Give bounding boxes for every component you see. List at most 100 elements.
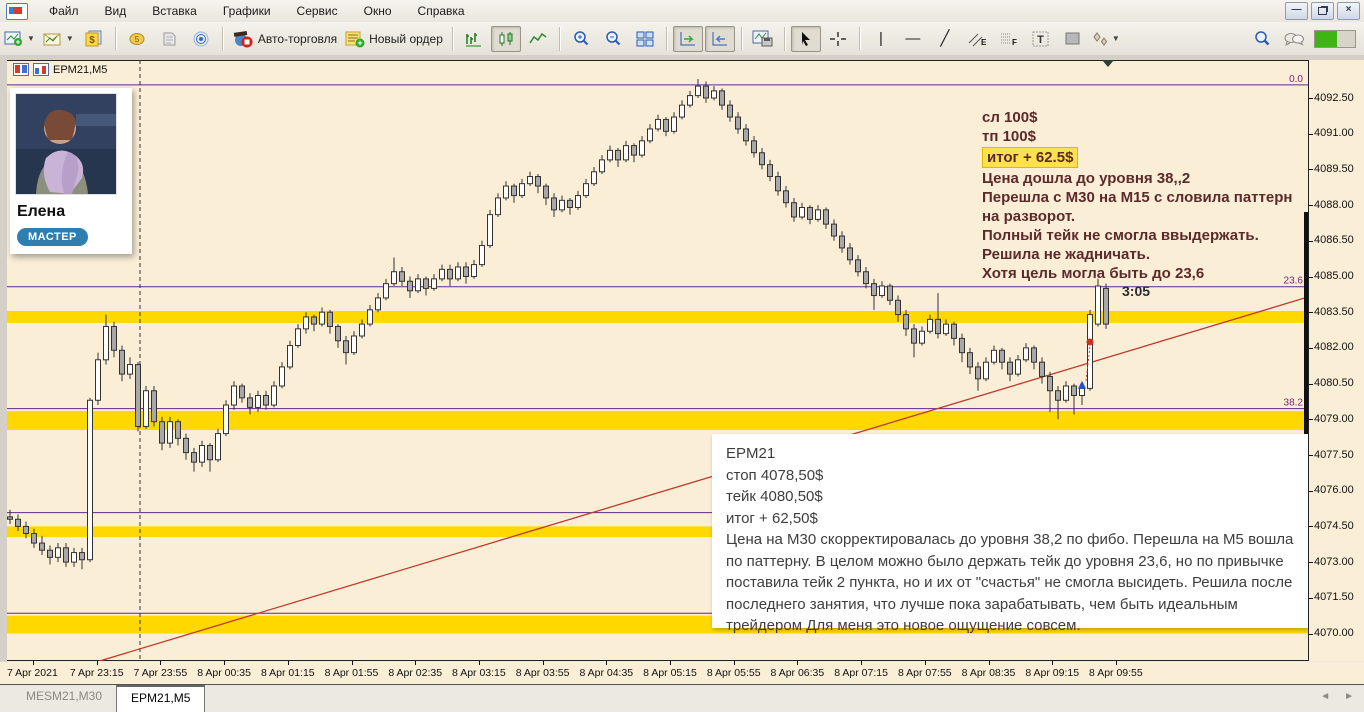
time-axis-label: 7 Apr 23:15 [69,667,124,679]
candle [15,518,21,527]
tab-scroll-right-icon[interactable]: ► [1344,691,1354,702]
candle [671,116,677,132]
auto-scroll-button[interactable] [672,25,703,52]
menu-item-4[interactable]: Сервис [284,1,351,21]
new-order-label: Новый ордер [369,31,443,46]
menu-item-6[interactable]: Справка [405,1,478,21]
candle [271,385,277,406]
profile-badge: МАСТЕР [17,228,88,246]
line-chart-icon [529,32,547,43]
chart-shift-button[interactable] [704,25,735,52]
candle [951,323,957,339]
chart-tab-epm21-m5[interactable]: EPM21,M5 [116,685,206,712]
candle [919,330,925,344]
text-tool-button[interactable]: T [1026,26,1056,52]
rectangle-tool-button[interactable] [1058,26,1088,52]
info-box-line: тейк 4080,50$ [726,488,823,505]
time-axis-tick [96,661,98,665]
menu-bar: Файл Вид Вставка Графики Сервис Окно Справка —… [0,0,1364,23]
candle [167,421,173,444]
candle [335,325,341,342]
profile-card: Елена МАСТЕР [10,88,132,254]
candle [7,516,13,520]
candle [855,259,861,273]
menu-item-3[interactable]: Графики [210,1,284,21]
candle [439,268,445,280]
bar-chart-mode-button[interactable] [459,26,489,52]
depth-of-market-icon[interactable] [13,63,29,76]
market-coin-icon: 5 [129,33,145,45]
chart-symbol-header: EPM21,M5 [13,63,107,76]
market-button[interactable]: 5 [122,26,152,52]
menu-item-0[interactable]: Файл [36,1,92,21]
candle [783,190,789,204]
candle [295,328,301,347]
annotation-line: Полный тейк не смогла ввыдержать. [982,227,1259,244]
time-axis-tick [733,661,735,665]
cursor-button[interactable] [790,25,821,52]
price-axis-label: 4082.00 [1314,341,1354,354]
profile-name: Елена [17,203,66,220]
menu-item-2[interactable]: Вставка [139,1,210,21]
zoom-out-button[interactable] [598,26,628,52]
bar-position-marker [1102,60,1114,67]
fibonacci-tool-button[interactable]: F [994,26,1024,52]
candle [239,385,245,399]
time-axis[interactable]: 7 Apr 2021 7 Apr 23:15 7 Apr 23:55 8 Apr 00… [0,661,1364,684]
crosshair-button[interactable] [823,26,853,52]
time-axis-tick [33,661,34,665]
tile-windows-icon [636,31,654,46]
templates-button[interactable] [748,26,778,52]
menu-item-5[interactable]: Окно [351,1,405,21]
candlestick-icon [499,31,513,46]
price-axis-label: 4071.50 [1314,591,1354,604]
news-button[interactable] [154,26,184,52]
tile-windows-button[interactable] [630,26,660,52]
time-axis-tick [988,661,990,665]
price-axis-tick [1309,240,1313,242]
svg-text:E: E [981,38,987,47]
restore-button[interactable] [1311,2,1334,20]
annotation-line: Цена дошла до уровня 38,,2 [982,170,1191,187]
candle [767,164,773,178]
time-axis-label: 8 Apr 09:15 [1025,667,1080,679]
candle [431,278,437,289]
price-axis-label: 4086.50 [1314,234,1354,247]
info-box-line: EPM21 [726,445,776,462]
candle [647,128,653,142]
auto-trading-button[interactable]: Авто-торговля [229,26,340,52]
vertical-line-tool-button[interactable]: | [866,26,896,52]
candle [807,206,813,220]
menu-item-1[interactable]: Вид [92,1,140,21]
price-axis-label: 4074.50 [1314,519,1354,532]
minimize-button[interactable]: — [1285,2,1308,20]
search-button[interactable] [1247,26,1277,52]
price-axis[interactable]: 4092.50 4091.00 4089.50 4088.00 4086.50 4085.… [1308,60,1364,661]
chat-button[interactable] [1279,26,1309,52]
tab-scroll-left-icon[interactable]: ◄ [1320,691,1330,702]
close-button[interactable]: × [1337,2,1360,20]
channel-tool-button[interactable]: E [962,26,992,52]
time-annotation: 3:05 [1122,283,1151,299]
profiles-button[interactable]: ▼ [40,26,77,52]
candle [551,197,557,211]
chart-tab-mesm21-m30[interactable]: MESM21,M30 [12,686,116,706]
candle [535,176,541,187]
horizontal-line-tool-button[interactable]: — [898,26,928,52]
new-order-button[interactable]: Новый ордер [342,26,446,52]
symbols-button[interactable]: $ [79,26,109,52]
signals-button[interactable] [186,26,216,52]
annotation-line: итог + 62.5$ [982,146,1292,169]
candle [207,444,213,461]
trendline-tool-button[interactable]: ╱ [930,26,960,52]
candlestick-mode-button[interactable] [490,25,521,52]
candle [495,197,501,216]
candle [1055,390,1061,401]
zoom-in-button[interactable] [566,26,596,52]
new-chart-button[interactable]: ▼ [1,26,38,52]
line-chart-mode-button[interactable] [523,26,553,52]
time-axis-label: 8 Apr 07:15 [834,667,888,679]
candle [71,552,77,563]
arrows-tool-button[interactable]: ▼ [1090,26,1123,52]
price-axis-label: 4092.50 [1314,91,1354,104]
